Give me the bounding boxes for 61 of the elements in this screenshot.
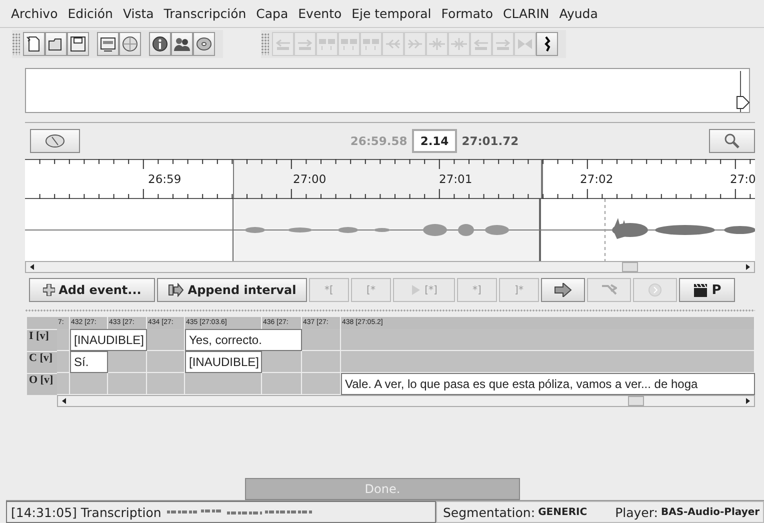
selection-duration-field[interactable]: 2.14 xyxy=(412,129,457,153)
event-cell[interactable]: Vale. A ver, lo que pasa es que esta póliza, vamos a ver... de hoga xyxy=(341,373,755,395)
menu-item[interactable]: Archivo xyxy=(6,6,63,21)
event-cell[interactable]: [INAUDIBLE] xyxy=(185,351,262,373)
status-label: Player: xyxy=(615,504,658,520)
menu-item[interactable]: Edición xyxy=(62,6,118,21)
event-cell[interactable]: [INAUDIBLE] xyxy=(70,329,147,351)
selection-start-time: 26:59.58 xyxy=(350,134,408,148)
shuffle-icon xyxy=(601,283,617,297)
arrow-button[interactable] xyxy=(541,278,585,302)
event-cell[interactable]: Sí. xyxy=(70,351,108,373)
info-icon[interactable] xyxy=(149,32,171,56)
menu-item[interactable]: Eje temporal xyxy=(346,6,436,21)
time-label: 27:0 xyxy=(730,172,756,186)
scrollbar-thumb[interactable] xyxy=(628,396,644,406)
slider-thumb[interactable] xyxy=(736,96,750,110)
selection-end-time: 27:01.72 xyxy=(462,134,519,148)
status-value: BAS-Audio-Player xyxy=(660,506,760,518)
scrollbar[interactable] xyxy=(57,395,755,407)
squiggle-icon[interactable] xyxy=(536,32,558,56)
time-ruler[interactable]: 26:59 27:00 27:01 27:02 27:0 xyxy=(25,159,755,199)
player-button[interactable]: P xyxy=(679,278,735,302)
tier-label[interactable]: C [v] xyxy=(27,351,57,373)
append-interval-button[interactable]: Append interval xyxy=(157,278,307,302)
arrow-right-icon xyxy=(554,283,572,297)
people-icon[interactable] xyxy=(171,32,193,56)
status-label: Segmentation: xyxy=(443,504,536,520)
scrollbar[interactable] xyxy=(25,261,755,273)
menu-item[interactable]: Ayuda xyxy=(554,6,603,21)
status-value: GENERIC xyxy=(538,506,588,518)
menu-item[interactable]: Evento xyxy=(293,6,347,21)
plus-icon xyxy=(42,284,55,296)
menu-item[interactable]: Vista xyxy=(118,6,159,21)
window-icon[interactable] xyxy=(97,32,119,56)
new-document-icon[interactable] xyxy=(23,32,45,56)
volume-slider[interactable] xyxy=(735,71,750,112)
time-label: 27:00 xyxy=(293,172,326,186)
menu-item[interactable]: CLARIN xyxy=(498,6,554,21)
append-arrow-icon xyxy=(168,283,184,297)
menu-item[interactable]: Transcripción xyxy=(158,6,252,21)
tier-label[interactable]: I [v] xyxy=(27,329,57,351)
play-icon xyxy=(410,284,421,296)
scrollbar-thumb[interactable] xyxy=(622,262,638,272)
clapperboard-icon xyxy=(692,282,708,298)
globe-icon[interactable] xyxy=(119,32,141,56)
menu-item[interactable]: Formato xyxy=(436,6,498,21)
time-label: 26:59 xyxy=(148,172,182,186)
menu-item[interactable]: Capa xyxy=(251,6,294,21)
folder-icon[interactable] xyxy=(45,32,67,56)
add-event-button[interactable]: Add event... xyxy=(29,278,155,302)
status-message: [14:31:05] Transcription xyxy=(11,504,162,520)
disc-icon xyxy=(44,134,66,148)
time-label: 27:02 xyxy=(580,172,614,186)
toolbar-grip[interactable] xyxy=(12,33,20,55)
disc-button[interactable] xyxy=(30,129,80,153)
event-cell[interactable]: Yes, correcto. xyxy=(185,329,302,351)
toolbar-grip[interactable] xyxy=(261,33,269,55)
time-label: 27:01 xyxy=(439,172,472,186)
search-icon xyxy=(724,133,740,149)
tier-label[interactable]: O [v] xyxy=(27,373,57,395)
zoom-button[interactable] xyxy=(709,129,755,153)
